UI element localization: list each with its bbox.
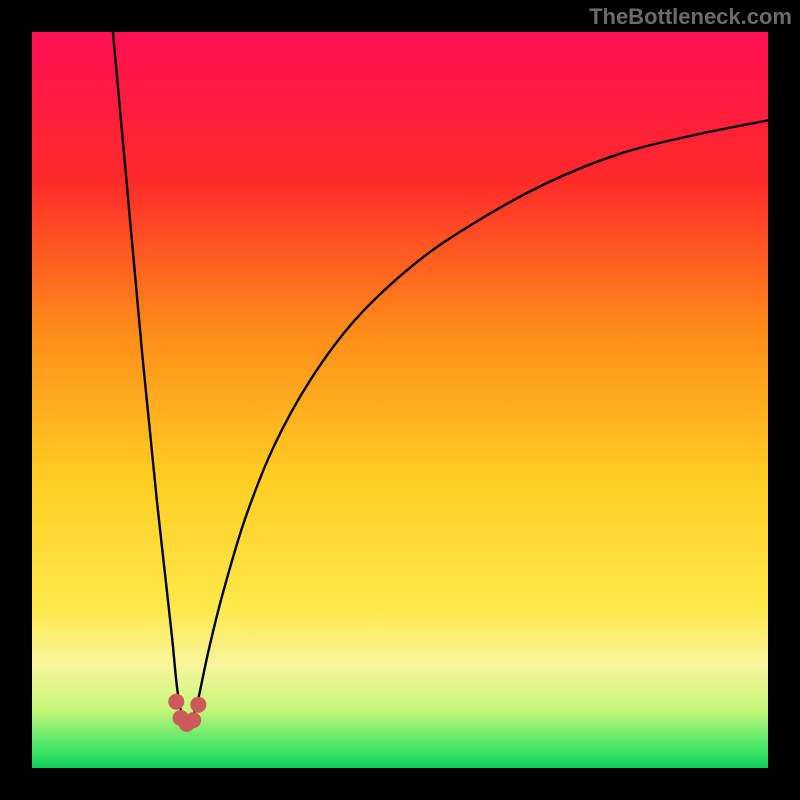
- dip-dot: [168, 694, 184, 710]
- dip-dot: [185, 712, 201, 728]
- dip-dot: [190, 697, 206, 713]
- bottleneck-curve-chart: [32, 32, 768, 768]
- chart-frame: [32, 32, 768, 768]
- watermark-text: TheBottleneck.com: [589, 4, 792, 30]
